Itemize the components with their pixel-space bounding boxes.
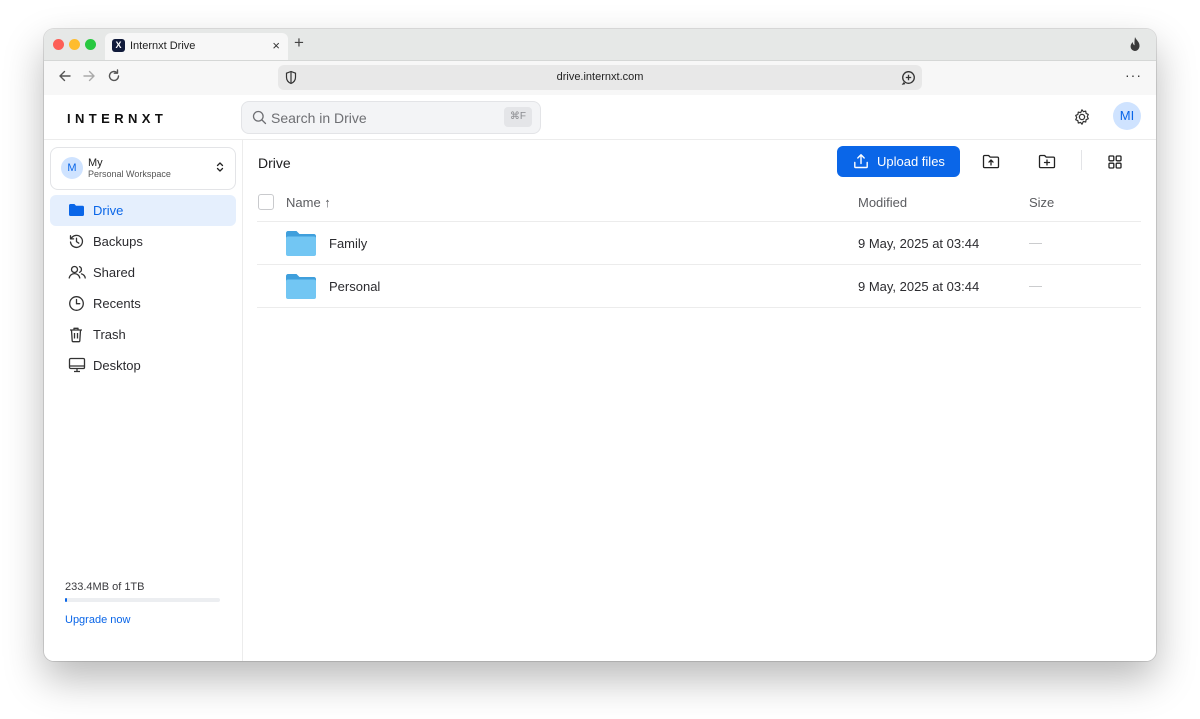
new-folder-icon[interactable] (1038, 154, 1056, 174)
internxt-favicon-icon: X (112, 39, 125, 52)
workspace-selector[interactable]: M My Personal Workspace (50, 147, 236, 190)
flame-icon[interactable] (1128, 36, 1142, 57)
url-text: drive.internxt.com (556, 71, 644, 83)
main-content: Drive Upload files Name ↑ Modified Size … (243, 140, 1156, 661)
sidebar-item-label: Recents (93, 296, 141, 311)
search-icon (252, 110, 267, 130)
storage-usage-text: 233.4MB of 1TB (65, 581, 145, 593)
users-icon (68, 264, 87, 285)
tab-title: Internxt Drive (130, 40, 196, 52)
file-name[interactable]: Family (329, 236, 367, 251)
search-shortcut-badge: ⌘F (503, 107, 532, 127)
page-title[interactable]: Drive (258, 155, 291, 171)
file-size: — (1029, 235, 1042, 250)
file-modified: 9 May, 2025 at 03:44 (858, 279, 980, 294)
storage-usage-fill (65, 598, 67, 602)
sidebar-item-label: Trash (93, 327, 126, 342)
workspace-avatar: M (61, 157, 83, 179)
chevron-up-down-icon (216, 160, 224, 178)
sidebar-item-label: Shared (93, 265, 135, 280)
file-name[interactable]: Personal (329, 279, 380, 294)
file-table: Name ↑ Modified Size Family 9 May, 2025 … (257, 184, 1141, 308)
grid-view-icon[interactable] (1107, 154, 1123, 175)
browser-tabbar: X Internxt Drive × + (44, 29, 1156, 61)
internxt-logo[interactable]: INTERNXT (67, 111, 167, 126)
search-input[interactable]: Search in Drive ⌘F (241, 101, 541, 134)
sidebar-item-backups[interactable]: Backups (50, 226, 236, 257)
forward-icon[interactable] (82, 69, 96, 87)
add-to-page-icon[interactable] (901, 70, 916, 90)
table-header: Name ↑ Modified Size (257, 184, 1141, 222)
clock-icon (68, 295, 85, 317)
sidebar-item-label: Desktop (93, 358, 141, 373)
toolbar-divider (1081, 150, 1082, 170)
sidebar-item-drive[interactable]: Drive (50, 195, 236, 226)
select-all-checkbox[interactable] (258, 194, 274, 210)
table-row[interactable]: Personal 9 May, 2025 at 03:44 — (257, 265, 1141, 308)
sidebar: M My Personal Workspace Drive Backups Sh… (44, 140, 243, 661)
address-bar[interactable]: drive.internxt.com (278, 65, 922, 90)
sidebar-item-recents[interactable]: Recents (50, 288, 236, 319)
trash-icon (68, 326, 84, 348)
storage-usage-bar (65, 598, 220, 602)
folder-icon (68, 202, 85, 223)
app-header: INTERNXT Search in Drive ⌘F MI (44, 95, 1156, 140)
new-tab-button[interactable]: + (294, 34, 304, 52)
sidebar-item-label: Backups (93, 234, 143, 249)
upload-folder-icon[interactable] (982, 154, 1000, 174)
sidebar-item-trash[interactable]: Trash (50, 319, 236, 350)
column-header-name[interactable]: Name ↑ (286, 195, 331, 210)
file-size: — (1029, 278, 1042, 293)
history-icon (68, 233, 85, 255)
browser-menu-button[interactable]: ··· (1125, 67, 1142, 83)
reload-icon[interactable] (107, 69, 121, 87)
sidebar-item-label: Drive (93, 203, 124, 218)
avatar[interactable]: MI (1113, 102, 1141, 130)
upload-files-button[interactable]: Upload files (837, 146, 960, 177)
close-window-button[interactable] (53, 39, 64, 50)
sidebar-item-shared[interactable]: Shared (50, 257, 236, 288)
browser-window: X Internxt Drive × + drive.internxt.com (44, 29, 1156, 661)
upgrade-link[interactable]: Upgrade now (65, 614, 130, 626)
sidebar-nav: Drive Backups Shared Recents Trash Deskt… (50, 195, 236, 381)
drive-app: INTERNXT Search in Drive ⌘F MI M My Pers… (44, 95, 1156, 661)
column-header-size[interactable]: Size (1029, 195, 1054, 210)
browser-tab[interactable]: X Internxt Drive × (105, 33, 288, 60)
maximize-window-button[interactable] (85, 39, 96, 50)
upload-icon (853, 153, 869, 174)
upload-files-label: Upload files (877, 154, 945, 169)
workspace-subtitle: Personal Workspace (88, 169, 171, 179)
folder-icon (285, 230, 317, 262)
column-header-modified[interactable]: Modified (858, 195, 907, 210)
gear-icon[interactable] (1073, 108, 1091, 131)
workspace-name: My (88, 157, 103, 169)
folder-icon (285, 273, 317, 305)
table-row[interactable]: Family 9 May, 2025 at 03:44 — (257, 222, 1141, 265)
back-icon[interactable] (58, 69, 72, 87)
minimize-window-button[interactable] (69, 39, 80, 50)
sidebar-item-desktop[interactable]: Desktop (50, 350, 236, 381)
file-modified: 9 May, 2025 at 03:44 (858, 236, 980, 251)
tab-close-button[interactable]: × (272, 38, 280, 53)
search-placeholder: Search in Drive (271, 110, 367, 126)
desktop-icon (68, 357, 86, 378)
browser-toolbar: drive.internxt.com ··· (44, 61, 1156, 95)
